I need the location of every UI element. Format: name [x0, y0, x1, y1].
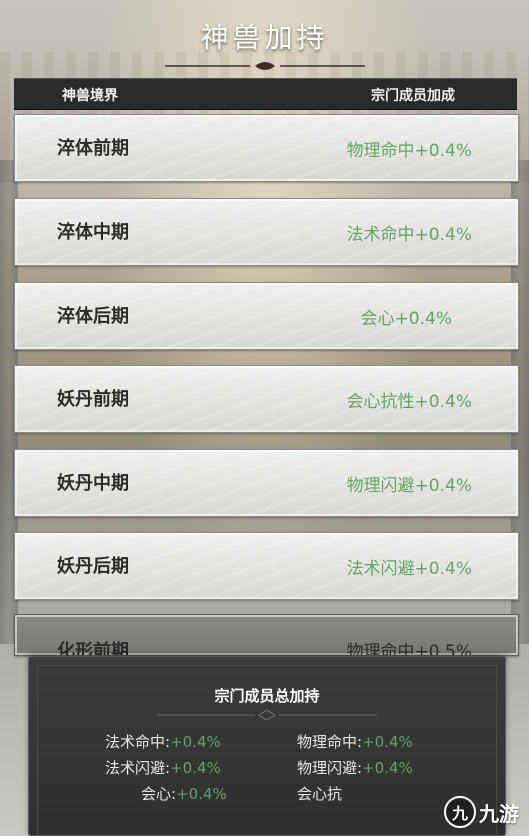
summary-stat: 法术命中:+0.4%: [105, 731, 221, 752]
summary-stat: 物理闪避:+0.4%: [297, 757, 413, 778]
realm-stage: 淬体后期: [57, 306, 129, 327]
table-header: 神兽境界 宗门成员加成: [14, 78, 517, 110]
realm-stage: 妖丹后期: [57, 556, 129, 577]
realm-stage: 妖丹中期: [57, 473, 129, 494]
realm-bonus: 物理闪避+0.4%: [346, 476, 472, 496]
nine-game-logo-icon: 九: [444, 796, 476, 828]
stat-value: +0.4%: [176, 785, 227, 803]
realm-bonus: 法术命中+0.4%: [346, 225, 472, 245]
table-row: 妖丹前期 会心抗性+0.4%: [14, 365, 519, 433]
stat-value: +0.4%: [362, 759, 413, 777]
stat-value: +0.4%: [170, 759, 221, 777]
title-ornament-icon: [164, 62, 365, 70]
summary-stat: 物理命中:+0.4%: [297, 731, 413, 752]
summary-stat: 会心抗: [297, 783, 342, 804]
stat-value: +0.4%: [170, 733, 221, 751]
stat-label: 物理命中:: [297, 733, 363, 751]
stat-label: 法术闪避:: [105, 759, 171, 777]
page-title: 神兽加持: [200, 21, 329, 54]
summary-title: 宗门成员总加持: [214, 687, 320, 705]
stat-value: +0.4%: [362, 733, 413, 751]
realm-bonus: 会心+0.4%: [360, 309, 452, 329]
column-header-bonus: 宗门成员加成: [371, 88, 455, 104]
realm-stage: 淬体中期: [57, 222, 129, 243]
table-row: 淬体前期 物理命中+0.4%: [14, 114, 519, 182]
summary-stat: 会心:+0.4%: [141, 783, 227, 804]
table-row: 妖丹中期 物理闪避+0.4%: [14, 449, 519, 517]
realm-stage: 淬体前期: [57, 138, 129, 159]
table-row: 淬体后期 会心+0.4%: [14, 282, 519, 350]
realm-bonus: 物理命中+0.5%: [346, 642, 472, 656]
table-row: 淬体中期 法术命中+0.4%: [14, 198, 519, 266]
realm-stage: 化形前期: [57, 641, 129, 656]
summary-panel: 宗门成员总加持 法术命中:+0.4% 物理命中:+0.4% 法术闪避:+0.4%…: [28, 656, 506, 836]
stat-label: 会心抗: [297, 785, 343, 803]
realm-bonus: 物理命中+0.4%: [346, 141, 472, 161]
realm-bonus: 法术闪避+0.4%: [346, 559, 472, 579]
watermark-text: 九游: [479, 801, 519, 826]
table-row: 化形前期 物理命中+0.5%: [14, 614, 519, 656]
watermark-logo: 九 九游: [444, 796, 519, 828]
realm-stage: 妖丹前期: [57, 389, 129, 410]
summary-stat: 法术闪避:+0.4%: [105, 757, 221, 778]
stat-label: 会心:: [141, 785, 177, 803]
stat-label: 法术命中:: [105, 733, 171, 751]
stat-label: 物理闪避:: [297, 759, 363, 777]
column-header-realm: 神兽境界: [62, 88, 118, 104]
table-row: 妖丹后期 法术闪避+0.4%: [14, 532, 519, 600]
summary-ornament-icon: [157, 709, 377, 721]
realm-bonus: 会心抗性+0.4%: [346, 392, 472, 412]
